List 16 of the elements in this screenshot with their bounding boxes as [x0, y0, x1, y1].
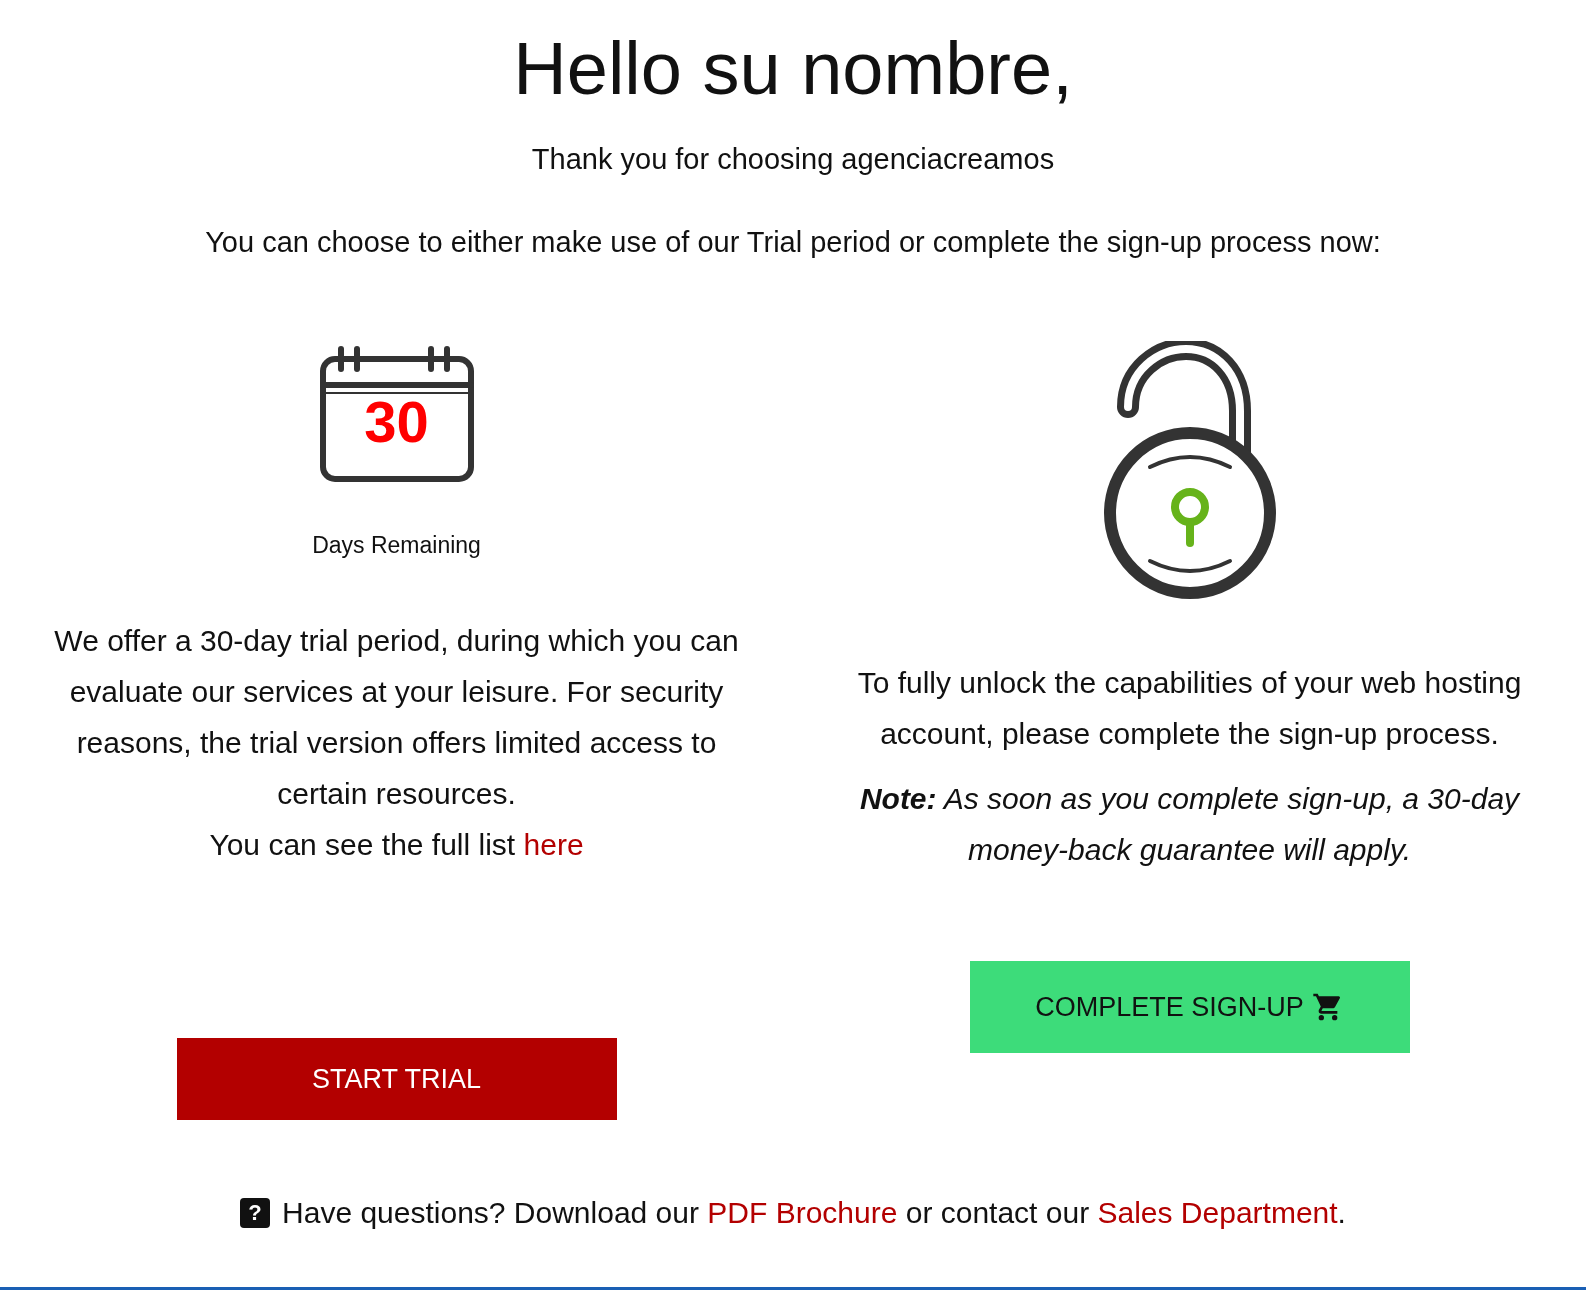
footer-link[interactable]: PDF Brochure — [707, 1196, 898, 1230]
greeting-heading: Hello su nombre, — [513, 28, 1073, 110]
note-text: Note: As soon as you complete sign-up, a 30-day money-back guarantee will apply. — [858, 781, 1522, 869]
days-count: 30 — [363, 393, 430, 452]
questions-text: Have questions? Download our PDF Brochure or contact our Sales Department. — [282, 1196, 1346, 1231]
help-icon: ? — [240, 1198, 271, 1229]
start-trial-button[interactable]: START TRIAL — [176, 1038, 617, 1121]
full-list-text: You can see the full list here — [209, 827, 584, 864]
footer-link[interactable]: Sales Department — [1097, 1196, 1338, 1230]
thanks-text: Thank you for choosing agenciacreamos — [531, 143, 1055, 177]
intro-text: You can choose to either make use of our Trial period or complete the sign-up process now: — [205, 226, 1381, 260]
complete-signup-button[interactable]: COMPLETE SIGN-UP — [969, 961, 1410, 1054]
here-link[interactable]: here — [523, 828, 584, 862]
days-label: Days Remaining — [312, 532, 481, 560]
signup-description: To fully unlock the capabilities of your web hosting account, please complete the sign-up process. — [856, 665, 1523, 753]
trial-description: We offer a 30-day trial period, during which you can evaluate our services at your leisure. For security reasons, the trial version offers limited access to certain resources. — [53, 623, 740, 813]
